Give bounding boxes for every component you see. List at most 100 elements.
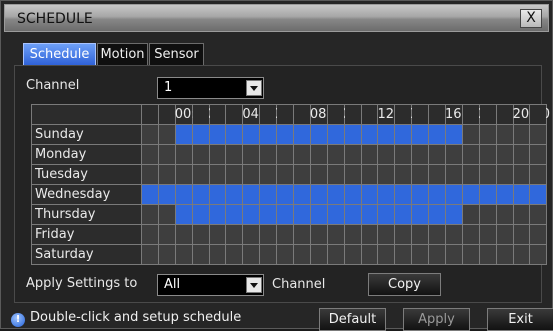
schedule-cell[interactable] (293, 244, 311, 265)
schedule-cell[interactable] (191, 184, 210, 205)
schedule-cell[interactable] (225, 164, 244, 185)
schedule-cell[interactable] (309, 244, 328, 265)
schedule-cell[interactable] (478, 164, 497, 185)
schedule-cell[interactable] (191, 244, 210, 265)
schedule-cell[interactable] (242, 244, 261, 265)
schedule-cell[interactable] (360, 124, 379, 145)
schedule-cell[interactable] (309, 144, 328, 165)
schedule-cell[interactable] (309, 124, 328, 145)
schedule-cell[interactable] (293, 224, 311, 245)
schedule-cell[interactable] (461, 224, 480, 245)
schedule-cell[interactable] (428, 224, 447, 245)
schedule-cell[interactable] (529, 184, 548, 205)
schedule-cell[interactable] (293, 124, 311, 145)
schedule-cell[interactable] (293, 184, 311, 205)
schedule-cell[interactable] (326, 144, 345, 165)
schedule-cell[interactable] (445, 144, 463, 165)
schedule-cell[interactable] (529, 204, 548, 225)
schedule-cell[interactable] (428, 124, 447, 145)
schedule-cell[interactable] (259, 204, 278, 225)
schedule-cell[interactable] (259, 144, 278, 165)
schedule-cell[interactable] (141, 204, 159, 225)
schedule-cell[interactable] (225, 184, 244, 205)
schedule-cell[interactable] (174, 224, 193, 245)
schedule-cell[interactable] (326, 184, 345, 205)
schedule-cell[interactable] (208, 144, 227, 165)
schedule-cell[interactable] (512, 124, 531, 145)
apply-button[interactable]: Apply (403, 308, 470, 331)
schedule-cell[interactable] (461, 244, 480, 265)
schedule-cell[interactable] (174, 184, 193, 205)
schedule-cell[interactable] (529, 224, 548, 245)
schedule-cell[interactable] (377, 124, 396, 145)
schedule-cell[interactable] (428, 244, 447, 265)
schedule-cell[interactable] (225, 124, 244, 145)
schedule-cell[interactable] (394, 144, 413, 165)
schedule-cell[interactable] (157, 244, 176, 265)
schedule-cell[interactable] (208, 184, 227, 205)
schedule-cell[interactable] (394, 164, 413, 185)
schedule-cell[interactable] (157, 164, 176, 185)
schedule-cell[interactable] (293, 164, 311, 185)
schedule-cell[interactable] (411, 164, 430, 185)
schedule-cell[interactable] (529, 124, 548, 145)
schedule-cell[interactable] (276, 144, 295, 165)
schedule-cell[interactable] (512, 204, 531, 225)
schedule-cell[interactable] (191, 144, 210, 165)
schedule-cell[interactable] (428, 144, 447, 165)
schedule-cell[interactable] (411, 184, 430, 205)
schedule-cell[interactable] (242, 184, 261, 205)
schedule-cell[interactable] (174, 144, 193, 165)
schedule-cell[interactable] (259, 124, 278, 145)
schedule-cell[interactable] (326, 244, 345, 265)
schedule-cell[interactable] (512, 244, 531, 265)
schedule-cell[interactable] (191, 164, 210, 185)
schedule-cell[interactable] (191, 224, 210, 245)
schedule-cell[interactable] (276, 124, 295, 145)
schedule-cell[interactable] (225, 224, 244, 245)
schedule-cell[interactable] (157, 224, 176, 245)
schedule-cell[interactable] (445, 224, 463, 245)
schedule-cell[interactable] (141, 224, 159, 245)
schedule-cell[interactable] (495, 164, 514, 185)
schedule-cell[interactable] (377, 164, 396, 185)
schedule-cell[interactable] (512, 184, 531, 205)
tab-schedule[interactable]: Schedule (23, 43, 96, 65)
schedule-cell[interactable] (326, 124, 345, 145)
schedule-cell[interactable] (259, 184, 278, 205)
schedule-cell[interactable] (512, 164, 531, 185)
schedule-cell[interactable] (461, 184, 480, 205)
schedule-cell[interactable] (461, 204, 480, 225)
schedule-cell[interactable] (394, 124, 413, 145)
schedule-cell[interactable] (343, 204, 362, 225)
schedule-cell[interactable] (141, 164, 159, 185)
schedule-cell[interactable] (428, 164, 447, 185)
schedule-cell[interactable] (529, 244, 548, 265)
schedule-cell[interactable] (495, 244, 514, 265)
schedule-cell[interactable] (293, 144, 311, 165)
schedule-cell[interactable] (225, 204, 244, 225)
schedule-cell[interactable] (411, 124, 430, 145)
schedule-cell[interactable] (377, 244, 396, 265)
schedule-cell[interactable] (242, 144, 261, 165)
schedule-cell[interactable] (461, 124, 480, 145)
schedule-cell[interactable] (529, 144, 548, 165)
schedule-cell[interactable] (478, 244, 497, 265)
channel-select[interactable]: 1 (157, 77, 264, 99)
schedule-cell[interactable] (461, 164, 480, 185)
schedule-cell[interactable] (259, 164, 278, 185)
schedule-cell[interactable] (174, 124, 193, 145)
schedule-cell[interactable] (208, 244, 227, 265)
schedule-cell[interactable] (225, 244, 244, 265)
schedule-cell[interactable] (141, 184, 159, 205)
schedule-cell[interactable] (276, 244, 295, 265)
schedule-cell[interactable] (377, 184, 396, 205)
schedule-cell[interactable] (428, 184, 447, 205)
schedule-cell[interactable] (445, 164, 463, 185)
schedule-cell[interactable] (495, 144, 514, 165)
schedule-cell[interactable] (309, 204, 328, 225)
close-button[interactable]: X (520, 9, 542, 28)
schedule-cell[interactable] (293, 204, 311, 225)
schedule-cell[interactable] (191, 204, 210, 225)
schedule-cell[interactable] (242, 124, 261, 145)
